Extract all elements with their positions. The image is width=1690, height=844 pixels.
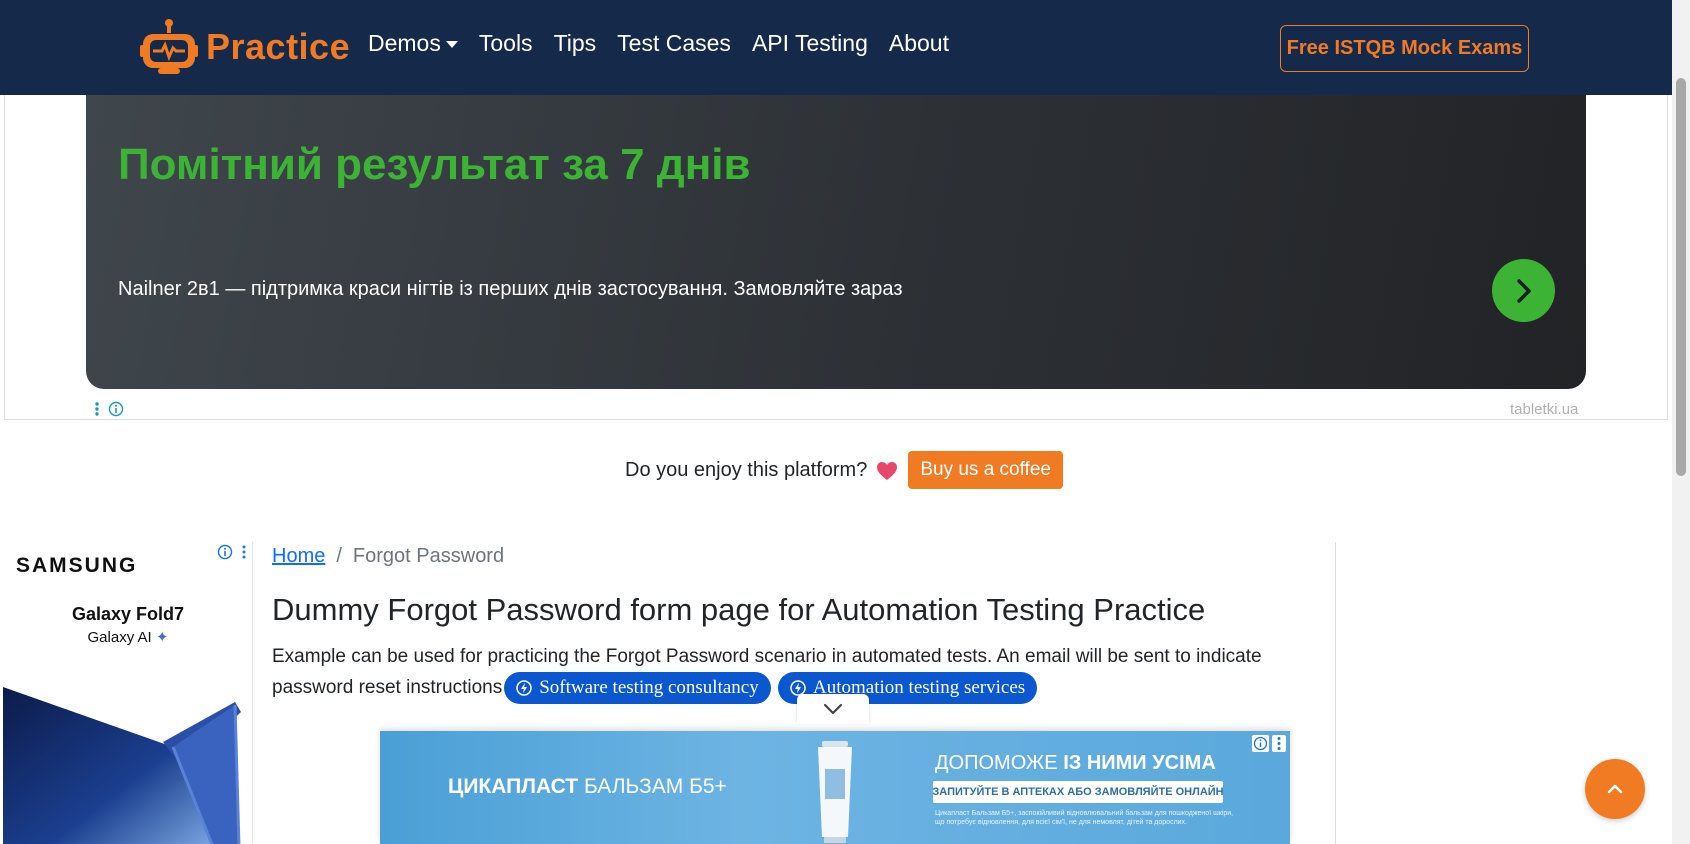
- nav-links: Demos Tools Tips Test Cases API Testing …: [368, 30, 970, 57]
- chevron-up-icon: [1607, 784, 1623, 794]
- caret-down-icon: [445, 41, 458, 48]
- scrollbar-thumb[interactable]: [1676, 78, 1686, 476]
- bottom-ad-headline-pre: ДОПОМОЖЕ: [935, 752, 1058, 774]
- back-to-top-button[interactable]: [1585, 759, 1645, 819]
- ad-info-icon[interactable]: [217, 544, 233, 560]
- left-ad[interactable]: SAMSUNG Galaxy Fold7 Galaxy AI ✦: [3, 542, 253, 844]
- nav-item-demos[interactable]: Demos: [368, 30, 458, 57]
- nav-item-about[interactable]: About: [889, 30, 949, 57]
- chevron-right-icon: [1516, 278, 1531, 303]
- nav-item-tools[interactable]: Tools: [479, 30, 533, 57]
- nav-item-label: API Testing: [751, 30, 868, 56]
- breadcrumb-separator: /: [336, 545, 342, 567]
- bottom-ad-brand-bold: ЦИКАПЛАСТ: [448, 775, 579, 798]
- page-scrollbar[interactable]: [1672, 0, 1690, 844]
- donate-row: Do you enjoy this platform? Buy us a cof…: [625, 451, 1063, 489]
- chevron-down-icon: [823, 703, 843, 715]
- buy-coffee-button[interactable]: Buy us a coffee: [908, 451, 1063, 489]
- breadcrumb-current: Forgot Password: [352, 545, 505, 567]
- nav-item-label: Test Cases: [617, 30, 731, 56]
- nav-item-label: Tips: [553, 30, 597, 56]
- ad-info-icon[interactable]: [1252, 735, 1269, 752]
- breadcrumb-home-link[interactable]: Home: [272, 545, 325, 568]
- brand-name: Practice: [206, 26, 351, 67]
- nav-item-api-testing[interactable]: API Testing: [752, 30, 868, 57]
- content-divider: [1335, 542, 1336, 844]
- bottom-ad-headline: ДОПОМОЖЕ ІЗ НИМИ УСІМА: [935, 752, 1216, 775]
- donate-text: Do you enjoy this platform?: [625, 458, 868, 481]
- bottom-ad[interactable]: ЦИКАПЛАСТ БАЛЬЗАМ Б5+ ДОПОМОЖЕ ІЗ НИМИ У…: [380, 731, 1290, 844]
- robot-logo-icon: [140, 19, 198, 74]
- top-ad-go-button[interactable]: [1492, 259, 1555, 322]
- breadcrumb: Home / Forgot Password: [272, 545, 504, 568]
- top-ad-source: tabletki.ua: [1510, 401, 1579, 418]
- nav-item-label: Tools: [478, 30, 533, 56]
- nav-item-label: About: [888, 30, 949, 56]
- chip-software-testing-consultancy[interactable]: Software testing consultancy: [504, 672, 771, 704]
- phone-image: [3, 687, 241, 844]
- page-title: Dummy Forgot Password form page for Auto…: [272, 592, 1206, 627]
- left-ad-brand: SAMSUNG: [16, 554, 138, 577]
- page: Practice Demos Tools Tips Test Cases API…: [0, 0, 1690, 844]
- product-tube-image: [818, 741, 852, 843]
- nav-item-test-cases[interactable]: Test Cases: [617, 30, 731, 57]
- bottom-ad-brand: ЦИКАПЛАСТ БАЛЬЗАМ Б5+: [448, 775, 727, 799]
- left-ad-title: Galaxy Fold7: [71, 604, 185, 624]
- bottom-ad-headline-bold: ІЗ НИМИ УСІМА: [1063, 752, 1216, 774]
- ad-options-icon[interactable]: [1272, 735, 1286, 752]
- nav-item-tips[interactable]: Tips: [554, 30, 597, 57]
- left-ad-subtitle-text: Galaxy AI: [87, 629, 152, 646]
- top-ad-headline[interactable]: Помітний результат за 7 днів: [118, 140, 751, 190]
- nav-item-label: Demos: [368, 30, 441, 56]
- top-ad-subtext[interactable]: Nailner 2в1 — підтримка краси нігтів із …: [118, 278, 903, 301]
- sparkle-icon: ✦: [155, 629, 169, 646]
- ad-info-icon[interactable]: [108, 401, 124, 417]
- left-ad-subtitle: Galaxy AI ✦: [3, 628, 252, 646]
- heart-icon: [877, 462, 898, 480]
- ad-collapse-button[interactable]: [797, 694, 869, 724]
- bolt-icon: [516, 680, 532, 696]
- ad-options-icon[interactable]: [93, 402, 101, 416]
- istqb-mock-exams-button[interactable]: Free ISTQB Mock Exams: [1280, 25, 1529, 72]
- brand-link[interactable]: Practice: [140, 18, 350, 76]
- bottom-ad-brand-rest: БАЛЬЗАМ Б5+: [583, 775, 727, 798]
- ad-options-icon[interactable]: [241, 545, 247, 559]
- navbar: Practice Demos Tools Tips Test Cases API…: [0, 0, 1672, 95]
- bottom-ad-fine-print: Цикапласт Бальзам Б5+, заспокійливий від…: [935, 810, 1234, 826]
- bottom-ad-pill: ЗАПИТУЙТЕ В АПТЕКАХ АБО ЗАМОВЛЯЙТЕ ОНЛАЙ…: [932, 781, 1224, 803]
- chip-label: Software testing consultancy: [539, 677, 759, 698]
